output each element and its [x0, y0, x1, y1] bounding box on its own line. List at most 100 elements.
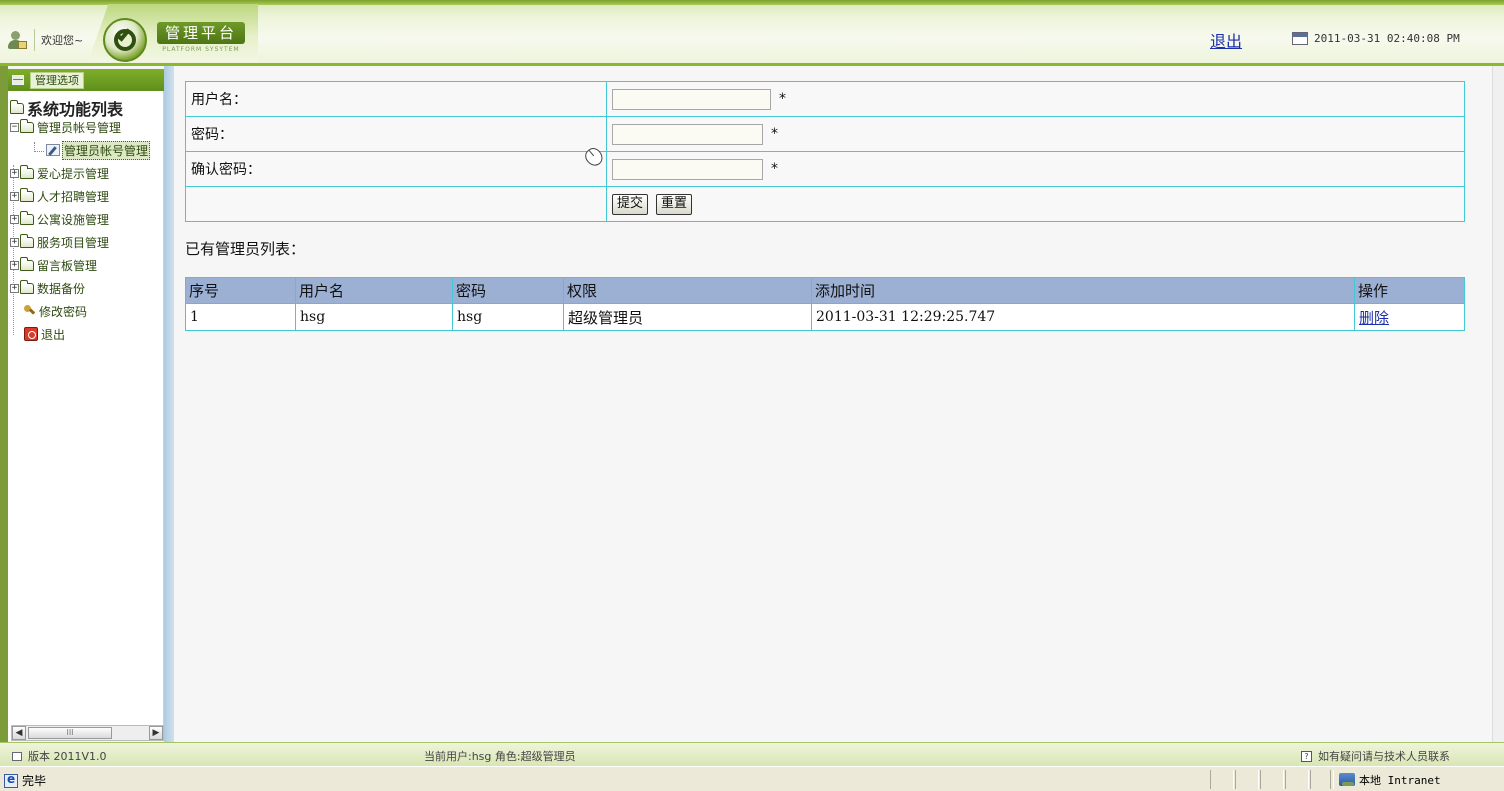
sidebar-panel-label: 管理选项 [30, 71, 84, 89]
folder-icon [20, 210, 34, 225]
confirm-cell: * [606, 151, 1465, 187]
status-cell [1235, 770, 1259, 789]
sidebar-horizontal-scrollbar[interactable]: ◀ III ▶ [11, 725, 164, 741]
username-cell: * [606, 81, 1465, 117]
status-done: 完毕 [4, 772, 46, 789]
calendar-icon [1292, 32, 1308, 45]
security-zone[interactable]: 本地 Intranet [1330, 770, 1504, 789]
main-vertical-scrollbar[interactable] [1492, 66, 1504, 742]
sidebar-frame [0, 66, 8, 742]
scroll-right-arrow-icon[interactable]: ▶ [149, 726, 163, 740]
tree-item-label: 数据备份 [37, 281, 86, 296]
help-icon: ? [1301, 750, 1312, 762]
col-header-action: 操作 [1354, 277, 1465, 304]
tree-item-label: 服务项目管理 [37, 235, 110, 250]
sidebar-splitter[interactable] [164, 66, 174, 742]
tree-item-message-board[interactable]: + 留言板管理 [10, 256, 97, 274]
tree-item-care-tips[interactable]: + 爱心提示管理 [10, 164, 109, 182]
status-cell [1285, 770, 1309, 789]
platform-title: 管理平台 [157, 22, 245, 44]
cell-role: 超级管理员 [563, 303, 812, 331]
required-mark: * [771, 161, 778, 177]
expand-icon[interactable]: + [10, 191, 19, 201]
delete-link[interactable]: 删除 [1359, 309, 1389, 327]
required-mark: * [771, 126, 778, 142]
expand-icon[interactable]: + [10, 260, 19, 270]
col-header-password: 密码 [452, 277, 564, 304]
platform-badge: 管理平台 PLATFORM SYSYTEM [157, 22, 245, 56]
table-header-row: 序号 用户名 密码 权限 添加时间 操作 [185, 277, 1465, 304]
scroll-left-arrow-icon[interactable]: ◀ [12, 726, 26, 740]
confirm-password-label: 确认密码： [185, 151, 607, 187]
footer: 版本 2011V1.0 当前用户:hsg 角色:超级管理员 ? 如有疑问请与技术… [0, 742, 1504, 766]
help-info: ? 如有疑问请与技术人员联系 [1301, 748, 1450, 764]
password-cell: * [606, 116, 1465, 152]
tree-root-label: 系统功能列表 [27, 100, 124, 119]
username-input[interactable] [612, 88, 771, 110]
status-cell [1210, 770, 1234, 789]
password-input[interactable] [612, 123, 763, 145]
scroll-thumb[interactable]: III [28, 727, 112, 739]
tree-item-label: 人才招聘管理 [37, 189, 110, 204]
version-info: 版本 2011V1.0 [12, 748, 107, 764]
tree-item-label: 管理员帐号管理 [37, 120, 122, 135]
datetime-text: 2011-03-31 02:40:08 PM [1314, 32, 1460, 45]
help-text: 如有疑问请与技术人员联系 [1318, 750, 1450, 763]
tree-item-change-password[interactable]: 修改密码 [10, 302, 87, 320]
add-admin-form: 用户名： * 密码： * 确认密码： * 提交 重置 [185, 81, 1465, 222]
tree-child-admin-accounts[interactable]: 管理员帐号管理 [34, 140, 151, 160]
folder-icon [20, 233, 34, 248]
tree-item-backup[interactable]: + 数据备份 [10, 279, 85, 297]
zone-text: 本地 Intranet [1359, 773, 1441, 787]
expand-icon[interactable]: + [10, 168, 19, 178]
reset-button[interactable]: 重置 [656, 193, 693, 215]
expand-icon[interactable]: + [10, 214, 19, 224]
folder-icon [20, 118, 34, 133]
submit-button[interactable]: 提交 [612, 193, 649, 215]
tree-item-services[interactable]: + 服务项目管理 [10, 233, 109, 251]
cell-password: hsg [452, 303, 564, 331]
datetime-display: 2011-03-31 02:40:08 PM [1292, 32, 1460, 45]
main-content: 用户名： * 密码： * 确认密码： * 提交 重置 已有管理员列表： 序号 用… [174, 66, 1492, 742]
tree-item-label: 退出 [41, 327, 66, 342]
col-header-added-time: 添加时间 [811, 277, 1355, 304]
header: 欢迎您~ 管理平台 PLATFORM SYSYTEM 退出 2011-03-31… [0, 0, 1504, 66]
admin-list-caption: 已有管理员列表： [185, 240, 306, 258]
form-row-actions: 提交 重置 [185, 186, 1465, 222]
welcome-text: 欢迎您~ [41, 34, 84, 47]
tree-item-label: 修改密码 [39, 304, 88, 319]
version-icon [12, 751, 22, 761]
required-mark: * [779, 91, 786, 107]
current-user-info: 当前用户:hsg 角色:超级管理员 [424, 750, 576, 763]
confirm-password-input[interactable] [612, 158, 763, 180]
ie-page-icon [4, 772, 18, 788]
cell-added-time: 2011-03-31 12:29:25.747 [811, 303, 1355, 331]
cell-no: 1 [185, 303, 296, 331]
power-icon [24, 327, 38, 341]
tree-root: 系统功能列表 [10, 96, 123, 120]
tree-item-label: 公寓设施管理 [37, 212, 110, 227]
intranet-icon [1339, 773, 1355, 786]
tree-item-admin-accounts[interactable]: − 管理员帐号管理 [10, 118, 121, 136]
tree-item-facilities[interactable]: + 公寓设施管理 [10, 210, 109, 228]
admin-app: 欢迎您~ 管理平台 PLATFORM SYSYTEM 退出 2011-03-31… [0, 0, 1504, 791]
sidebar-header: 管理选项 [8, 69, 164, 91]
admin-list-table: 序号 用户名 密码 权限 添加时间 操作 1 hsg hsg 超级管理员 201… [185, 277, 1465, 331]
expand-icon[interactable]: + [10, 237, 19, 247]
folder-icon [20, 187, 34, 202]
header-logout-link[interactable]: 退出 [1210, 28, 1242, 52]
cell-action: 删除 [1354, 303, 1465, 331]
tree-item-logout[interactable]: 退出 [10, 325, 65, 343]
collapse-icon[interactable]: − [10, 122, 19, 132]
edit-page-icon [46, 144, 60, 156]
col-header-no: 序号 [185, 277, 296, 304]
expand-icon[interactable]: + [10, 283, 19, 293]
platform-subtitle: PLATFORM SYSYTEM [162, 46, 240, 53]
password-label: 密码： [185, 116, 607, 152]
tree-item-label: 留言板管理 [37, 258, 98, 273]
header-divider [34, 29, 35, 51]
tree-child-label: 管理员帐号管理 [62, 140, 151, 160]
tree-item-recruitment[interactable]: + 人才招聘管理 [10, 187, 109, 205]
version-text: 版本 2011V1.0 [28, 750, 107, 763]
tree-item-label: 爱心提示管理 [37, 166, 110, 181]
